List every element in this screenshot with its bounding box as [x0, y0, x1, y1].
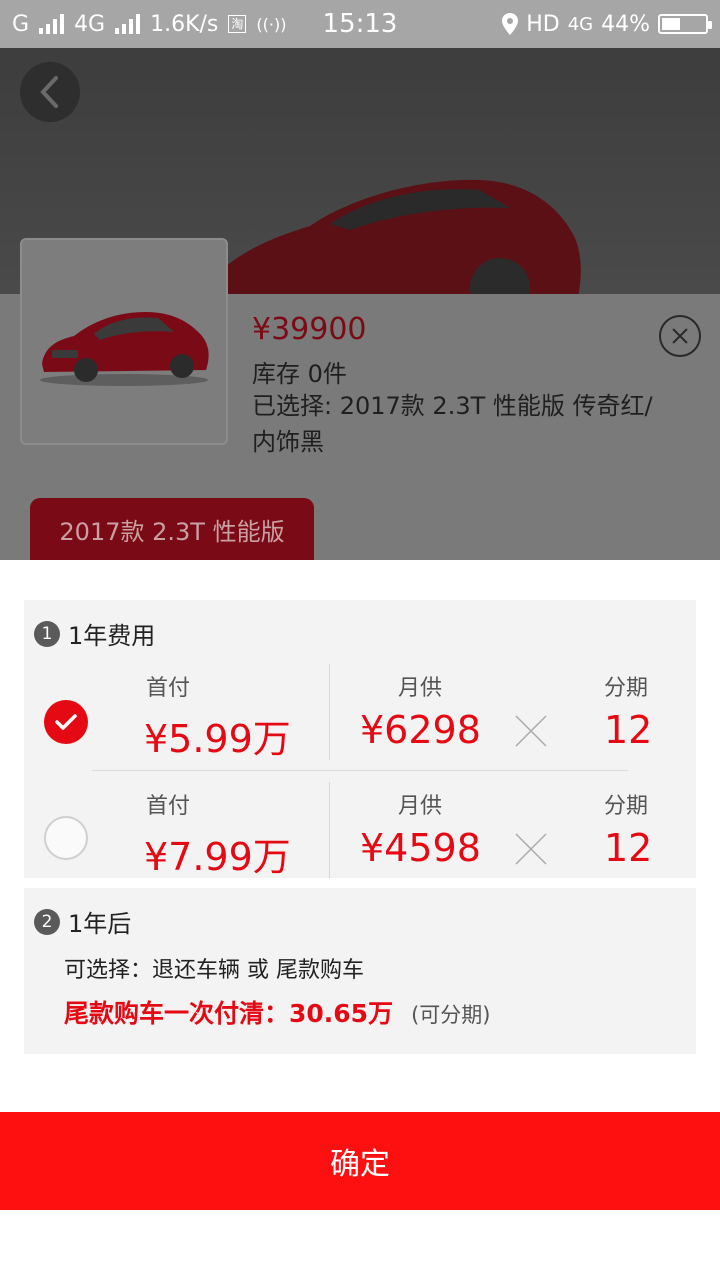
battery-percent: 44% — [601, 11, 650, 37]
product-thumbnail — [20, 238, 228, 445]
radio-selected[interactable] — [44, 700, 88, 744]
plan-section: 1 1年费用 首付 ¥5.99万 月供 ¥6298 分期 12 首付 ¥7.99… — [24, 600, 696, 879]
chevron-left-icon — [40, 76, 58, 108]
network-label-2: 4G — [567, 13, 594, 35]
plan-section-header: 1 1年费用 — [34, 616, 155, 651]
signal-icon — [39, 14, 65, 34]
down-payment-value: ¥5.99万 — [144, 717, 291, 761]
balloon-payment: 尾款购车一次付清：30.65万 — [64, 999, 394, 1028]
version-option-chip[interactable]: 2017款 2.3T 性能版 — [30, 498, 314, 560]
monthly-value: ¥4598 — [360, 826, 481, 870]
divider — [329, 664, 330, 760]
times-icon — [515, 715, 547, 747]
car-image — [202, 179, 581, 294]
close-button[interactable] — [659, 315, 701, 357]
product-price: ¥39900 — [252, 312, 367, 347]
car-thumbnail-image — [40, 311, 209, 386]
step-badge: 2 — [34, 908, 60, 935]
network-label: 4G — [74, 11, 106, 37]
periods-value: 12 — [604, 708, 653, 752]
after-year-section: 2 1年后 可选择：退还车辆 或 尾款购车 尾款购车一次付清：30.65万 (可… — [24, 888, 696, 1054]
plan-option[interactable]: 首付 ¥7.99万 月供 ¥4598 分期 12 — [24, 782, 696, 882]
choice-text: 可选择：退还车辆 或 尾款购车 — [64, 958, 364, 983]
location-icon — [502, 13, 519, 35]
monthly-label: 月供 — [398, 676, 443, 701]
down-payment-label: 首付 — [146, 676, 191, 701]
wifi-icon: ((·)) — [256, 14, 287, 34]
divider — [329, 782, 330, 878]
monthly-label: 月供 — [398, 794, 443, 819]
battery-icon — [658, 14, 712, 34]
carrier-label: G — [12, 11, 30, 37]
status-bar: G 4G 1.6K/s 淘 ((·)) 15:13 HD 4G 44% — [0, 0, 720, 48]
step-badge: 1 — [34, 620, 60, 647]
down-payment-label: 首付 — [146, 794, 191, 819]
signal-icon-2 — [115, 14, 141, 34]
hd-label: HD — [526, 11, 560, 37]
periods-label: 分期 — [604, 676, 649, 701]
plan-section-title: 1年费用 — [68, 622, 156, 650]
back-button[interactable] — [20, 62, 80, 122]
balloon-line: 尾款购车一次付清：30.65万 (可分期) — [64, 994, 490, 1030]
taobao-icon: 淘 — [228, 15, 247, 33]
close-icon — [672, 328, 688, 344]
radio-unselected[interactable] — [44, 816, 88, 860]
installment-note: (可分期) — [411, 1003, 491, 1027]
after-section-title: 1年后 — [68, 910, 132, 938]
periods-value: 12 — [604, 826, 653, 870]
after-section-header: 2 1年后 — [34, 904, 131, 939]
monthly-value: ¥6298 — [360, 708, 481, 752]
stock-count: 库存 0件 — [252, 360, 347, 388]
down-payment-value: ¥7.99万 — [144, 835, 291, 879]
check-icon — [55, 714, 77, 730]
periods-label: 分期 — [604, 794, 649, 819]
row-divider — [92, 770, 628, 771]
speed-label: 1.6K/s — [150, 11, 219, 37]
selected-spec: 已选择: 2017款 2.3T 性能版 传奇红/内饰黑 — [252, 392, 653, 456]
confirm-button[interactable]: 确定 — [0, 1112, 720, 1210]
plan-option[interactable]: 首付 ¥5.99万 月供 ¥6298 分期 12 — [24, 664, 696, 764]
times-icon — [515, 833, 547, 865]
